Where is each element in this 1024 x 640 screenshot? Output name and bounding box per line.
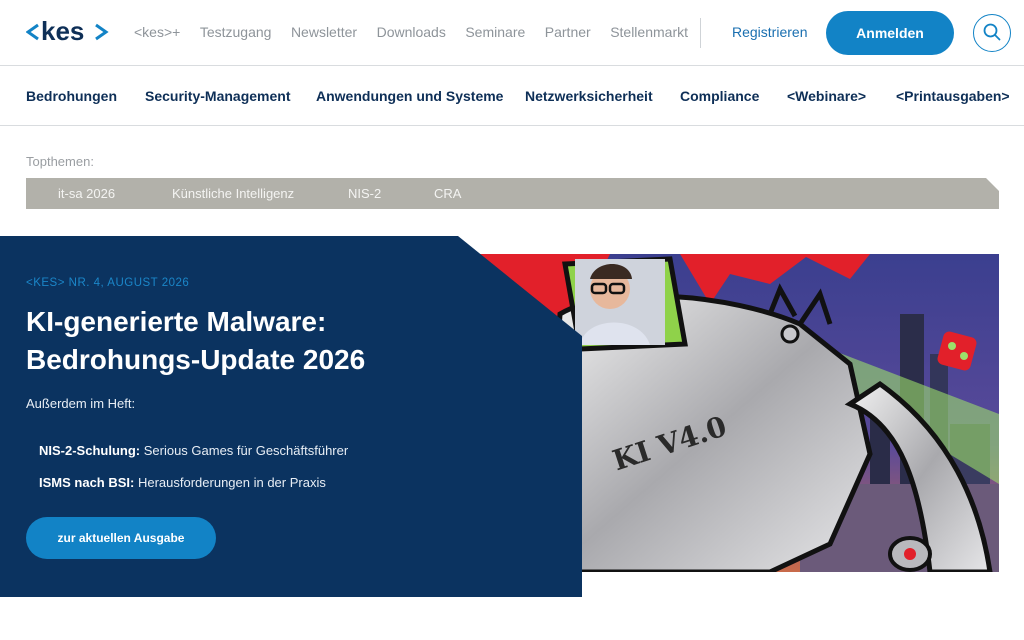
bullet-item[interactable]: NIS-2-Schulung: Serious Games für Geschä…	[39, 443, 348, 458]
search-icon	[983, 23, 1001, 44]
bullet-item-text: Serious Games für Geschäftsführer	[140, 443, 349, 458]
main-nav: Bedrohungen Security-Management Anwendun…	[0, 66, 1024, 126]
bullet-item-bold: NIS-2-Schulung:	[39, 443, 141, 458]
bullet-item[interactable]: ISMS nach BSI: Herausforderungen in der …	[39, 475, 326, 490]
hero-title-line-2: Bedrohungs-Update 2026	[26, 344, 366, 375]
current-issue-button[interactable]: zur aktuellen Ausgabe	[26, 517, 216, 559]
search-button[interactable]	[973, 14, 1011, 52]
nav-webinare[interactable]: <Webinare>	[787, 88, 866, 104]
hero-title[interactable]: KI-generierte Malware: Bedrohungs-Update…	[26, 303, 466, 379]
kes-logo[interactable]: kes	[26, 14, 110, 50]
bullet-item-text: Herausforderungen in der Praxis	[134, 475, 326, 490]
top-bar: kes <kes>+ Testzugang Newsletter Downloa…	[0, 0, 1024, 66]
register-link[interactable]: Registrieren	[732, 24, 807, 40]
topthemen-label: Topthemen:	[26, 154, 94, 169]
nav-bedrohungen[interactable]: Bedrohungen	[26, 88, 117, 104]
nav-compliance[interactable]: Compliance	[680, 88, 759, 104]
svg-text:kes: kes	[41, 16, 84, 46]
top-links: <kes>+ Testzugang Newsletter Downloads S…	[134, 24, 708, 40]
hero-title-line-1: KI-generierte Malware:	[26, 306, 327, 337]
topthemen-item-nis2[interactable]: NIS-2	[348, 186, 381, 201]
top-link-newsletter[interactable]: Newsletter	[291, 24, 357, 40]
top-link-downloads[interactable]: Downloads	[377, 24, 446, 40]
topthemen-item-cra[interactable]: CRA	[434, 186, 461, 201]
topthemen-bar: it-sa 2026 Künstliche Intelligenz NIS-2 …	[26, 178, 999, 209]
top-link-stellenmarkt[interactable]: Stellenmarkt	[610, 24, 688, 40]
nav-anwendungen-und-systeme[interactable]: Anwendungen und Systeme	[316, 88, 503, 104]
top-link-kes-plus[interactable]: <kes>+	[134, 24, 180, 40]
login-button[interactable]: Anmelden	[826, 11, 954, 55]
top-link-seminare[interactable]: Seminare	[465, 24, 525, 40]
top-link-testzugang[interactable]: Testzugang	[200, 24, 272, 40]
header-divider	[700, 18, 701, 48]
topthemen-item-it-sa[interactable]: it-sa 2026	[58, 186, 115, 201]
top-link-partner[interactable]: Partner	[545, 24, 591, 40]
also-in-issue-label: Außerdem im Heft:	[26, 396, 136, 411]
topthemen-item-ki[interactable]: Künstliche Intelligenz	[172, 186, 294, 201]
nav-security-management[interactable]: Security-Management	[145, 88, 290, 104]
nav-netzwerksicherheit[interactable]: Netzwerksicherheit	[525, 88, 653, 104]
issue-label: <KES> NR. 4, AUGUST 2026	[26, 277, 190, 289]
bullet-item-bold: ISMS nach BSI:	[39, 475, 135, 490]
nav-printausgaben[interactable]: <Printausgaben>	[896, 88, 1010, 104]
